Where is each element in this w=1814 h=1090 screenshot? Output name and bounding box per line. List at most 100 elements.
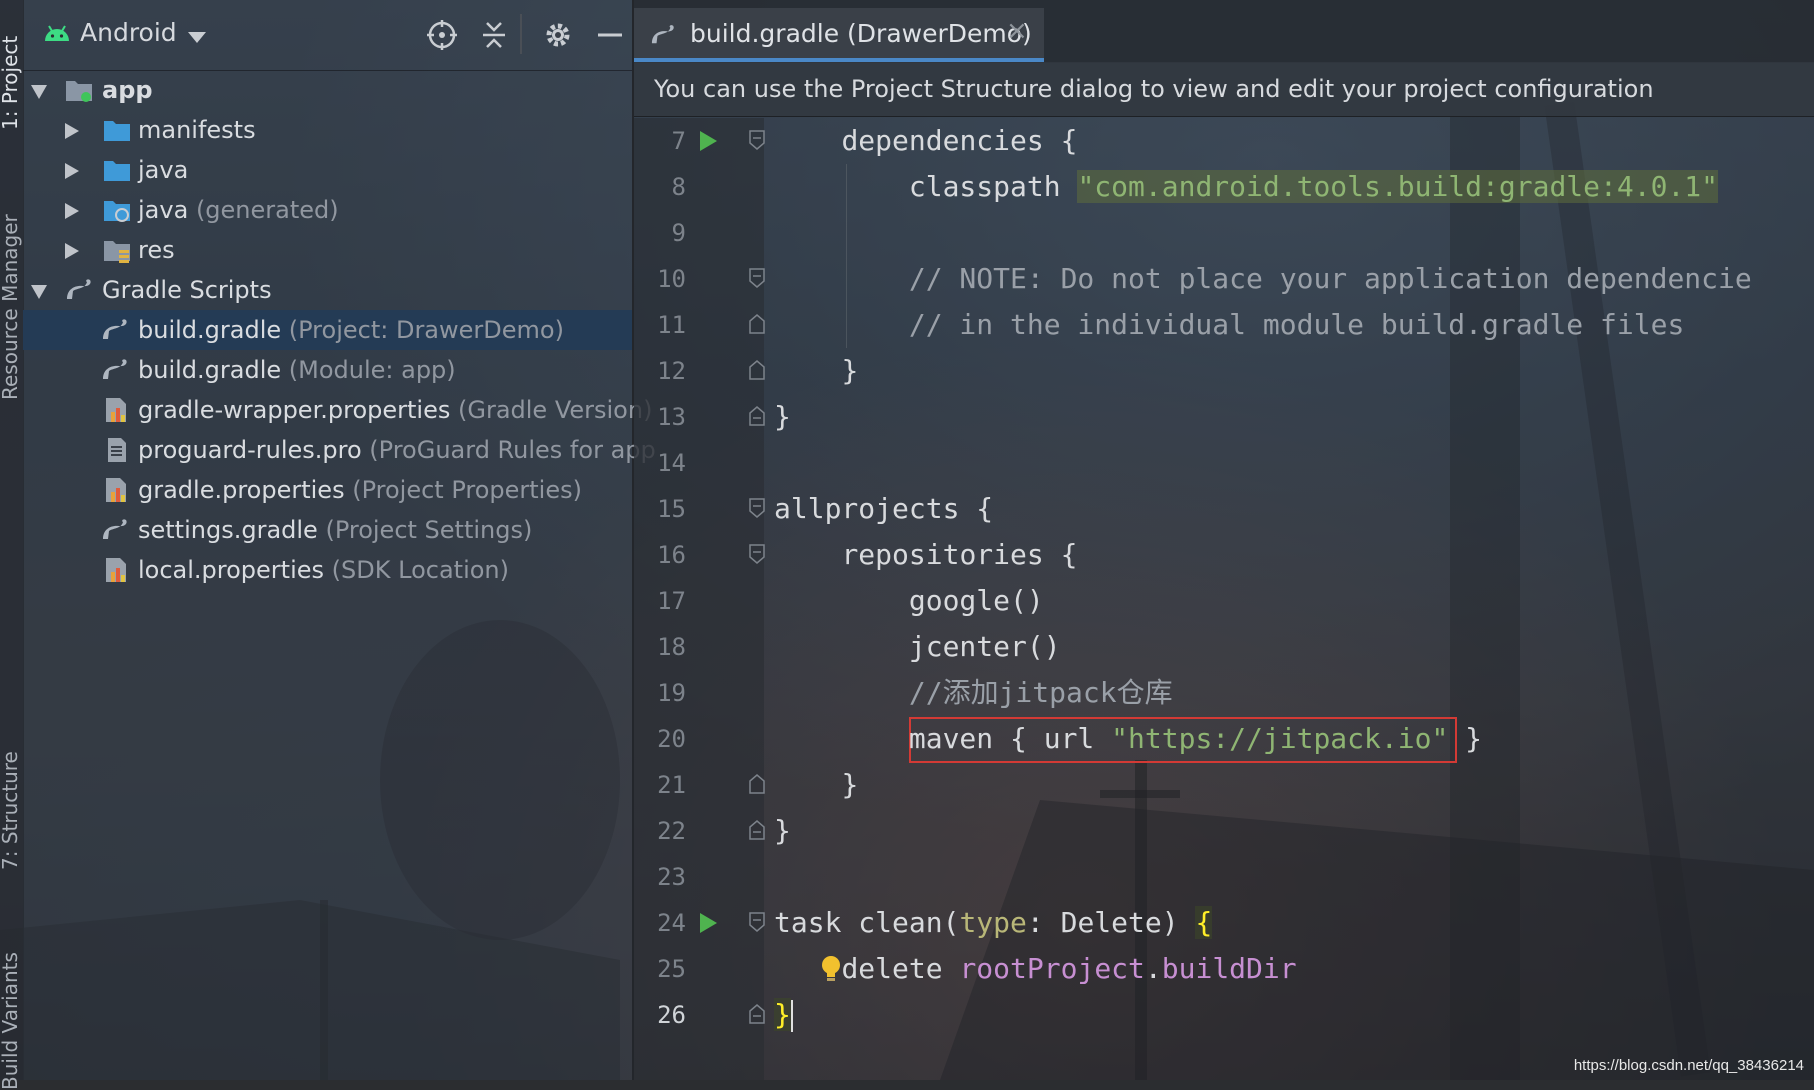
line-number: 22 <box>657 817 686 845</box>
project-view-selector[interactable]: Android <box>80 18 177 47</box>
properties-icon <box>106 398 126 422</box>
tree-node-gradle-properties[interactable]: gradle.properties (Project Properties) <box>23 470 632 510</box>
gradle-icon <box>103 319 127 339</box>
line-number: 18 <box>657 633 686 661</box>
fold-end-icon[interactable] <box>749 820 765 840</box>
fold-end-icon[interactable] <box>749 360 765 380</box>
run-icon[interactable] <box>700 913 717 933</box>
folder-icon <box>104 161 130 181</box>
fold-icon[interactable] <box>749 268 765 288</box>
code-line-11: // in the individual module build.gradle… <box>908 308 1685 341</box>
generated-folder-icon <box>104 201 130 222</box>
resource-manager-tool-tab[interactable]: Resource Manager <box>0 214 22 400</box>
line-number: 16 <box>657 541 686 569</box>
line-number: 13 <box>657 403 686 431</box>
tree-node-build-gradle-project[interactable]: build.gradle (Project: DrawerDemo) <box>23 310 632 350</box>
tree-node-label: java <box>138 156 189 184</box>
project-structure-notice[interactable]: You can use the Project Structure dialog… <box>634 62 1814 117</box>
matched-brace: { <box>1195 906 1213 939</box>
code-line-21: } <box>841 768 859 801</box>
tree-node-label: build.gradle (Module: app) <box>138 356 456 384</box>
line-number: 14 <box>657 449 686 477</box>
structure-tool-tab[interactable]: 7: Structure <box>0 751 22 870</box>
folder-icon <box>104 121 130 141</box>
line-number: 19 <box>657 679 686 707</box>
code-line-8: classpath "com.android.tools.build:gradl… <box>908 170 1719 203</box>
tree-node-java-generated[interactable]: java (generated) <box>23 190 632 230</box>
code-line-18: jcenter() <box>908 630 1061 663</box>
locate-icon[interactable] <box>425 18 459 52</box>
fold-end-icon[interactable] <box>749 774 765 794</box>
fold-end-icon[interactable] <box>749 1004 765 1024</box>
gradle-icon <box>103 519 127 539</box>
expand-arrow-icon[interactable] <box>65 123 79 139</box>
tree-node-proguard-rules[interactable]: proguard-rules.pro (ProGuard Rules for a… <box>23 430 656 470</box>
minimize-icon[interactable] <box>593 18 627 52</box>
tree-node-res[interactable]: res <box>23 230 632 270</box>
project-tool-tab[interactable]: 1: Project <box>0 36 22 130</box>
code-line-19: //添加jitpack仓库 <box>908 676 1173 709</box>
fold-icon[interactable] <box>749 498 765 518</box>
line-number: 25 <box>657 955 686 983</box>
tree-node-app[interactable]: app <box>23 70 632 110</box>
chevron-down-icon[interactable] <box>188 32 206 43</box>
tree-node-local-properties[interactable]: local.properties (SDK Location) <box>23 550 632 590</box>
tree-node-gradle-scripts[interactable]: Gradle Scripts <box>23 270 632 310</box>
code-editor: build.gradle (DrawerDemo) × You can use … <box>634 0 1814 1080</box>
project-tree: app manifests java java (generated) res … <box>23 70 656 590</box>
fold-end-icon[interactable] <box>749 406 765 426</box>
code-area[interactable]: dependencies { classpath "com.android.to… <box>774 118 1814 1080</box>
tree-node-label: gradle-wrapper.properties (Gradle Versio… <box>138 396 653 424</box>
tree-node-java[interactable]: java <box>23 150 632 190</box>
fold-icon[interactable] <box>749 130 765 150</box>
tree-node-label: settings.gradle (Project Settings) <box>138 516 533 544</box>
properties-icon <box>106 478 126 502</box>
gradle-icon <box>103 359 127 379</box>
line-number: 9 <box>671 219 686 247</box>
tree-node-build-gradle-module[interactable]: build.gradle (Module: app) <box>23 350 632 390</box>
toolbar-separator <box>520 14 522 54</box>
code-line-16: repositories { <box>841 538 1078 571</box>
line-number: 7 <box>671 127 686 155</box>
expand-arrow-icon[interactable] <box>31 85 47 99</box>
line-number: 8 <box>671 173 686 201</box>
line-number: 10 <box>657 265 686 293</box>
tree-node-gradle-wrapper-properties[interactable]: gradle-wrapper.properties (Gradle Versio… <box>23 390 652 430</box>
watermark: https://blog.csdn.net/qq_38436214 <box>1573 1057 1804 1074</box>
line-number: 20 <box>657 725 686 753</box>
code-line-20: maven { url "https://jitpack.io" } <box>908 722 1483 755</box>
tree-node-label: Gradle Scripts <box>102 276 272 304</box>
code-line-10: // NOTE: Do not place your application d… <box>908 262 1752 295</box>
editor-tab-build-gradle[interactable]: build.gradle (DrawerDemo) × <box>634 8 1044 62</box>
fold-icon[interactable] <box>749 912 765 932</box>
line-number: 12 <box>657 357 686 385</box>
android-icon <box>45 25 69 41</box>
tree-node-settings-gradle[interactable]: settings.gradle (Project Settings) <box>23 510 632 550</box>
tree-node-label: build.gradle (Project: DrawerDemo) <box>138 316 564 344</box>
expand-arrow-icon[interactable] <box>65 243 79 259</box>
gear-icon[interactable] <box>541 18 575 52</box>
tree-node-label: res <box>138 236 175 264</box>
tree-node-label: gradle.properties (Project Properties) <box>138 476 582 504</box>
expand-arrow-icon[interactable] <box>31 285 47 299</box>
gradle-icon <box>651 25 674 44</box>
close-icon[interactable]: × <box>1006 16 1028 46</box>
fold-end-icon[interactable] <box>749 314 765 334</box>
line-number: 15 <box>657 495 686 523</box>
line-number: 17 <box>657 587 686 615</box>
code-line-17: google() <box>908 584 1044 617</box>
code-line-24: task clean(type: Delete) { <box>774 906 1213 939</box>
tree-node-manifests[interactable]: manifests <box>23 110 632 150</box>
run-icon[interactable] <box>700 131 717 151</box>
line-number: 24 <box>657 909 686 937</box>
expand-arrow-icon[interactable] <box>65 163 79 179</box>
editor-tab-bar: build.gradle (DrawerDemo) × <box>634 0 1814 63</box>
code-line-22: } <box>774 814 791 847</box>
collapse-all-icon[interactable] <box>477 18 511 52</box>
matched-brace: } <box>774 998 791 1031</box>
fold-icon[interactable] <box>749 544 765 564</box>
code-line-25: delete rootProject.buildDir <box>841 952 1297 985</box>
build-variants-tool-tab[interactable]: Build Variants <box>0 952 22 1090</box>
code-line-13: } <box>774 400 791 433</box>
expand-arrow-icon[interactable] <box>65 203 79 219</box>
